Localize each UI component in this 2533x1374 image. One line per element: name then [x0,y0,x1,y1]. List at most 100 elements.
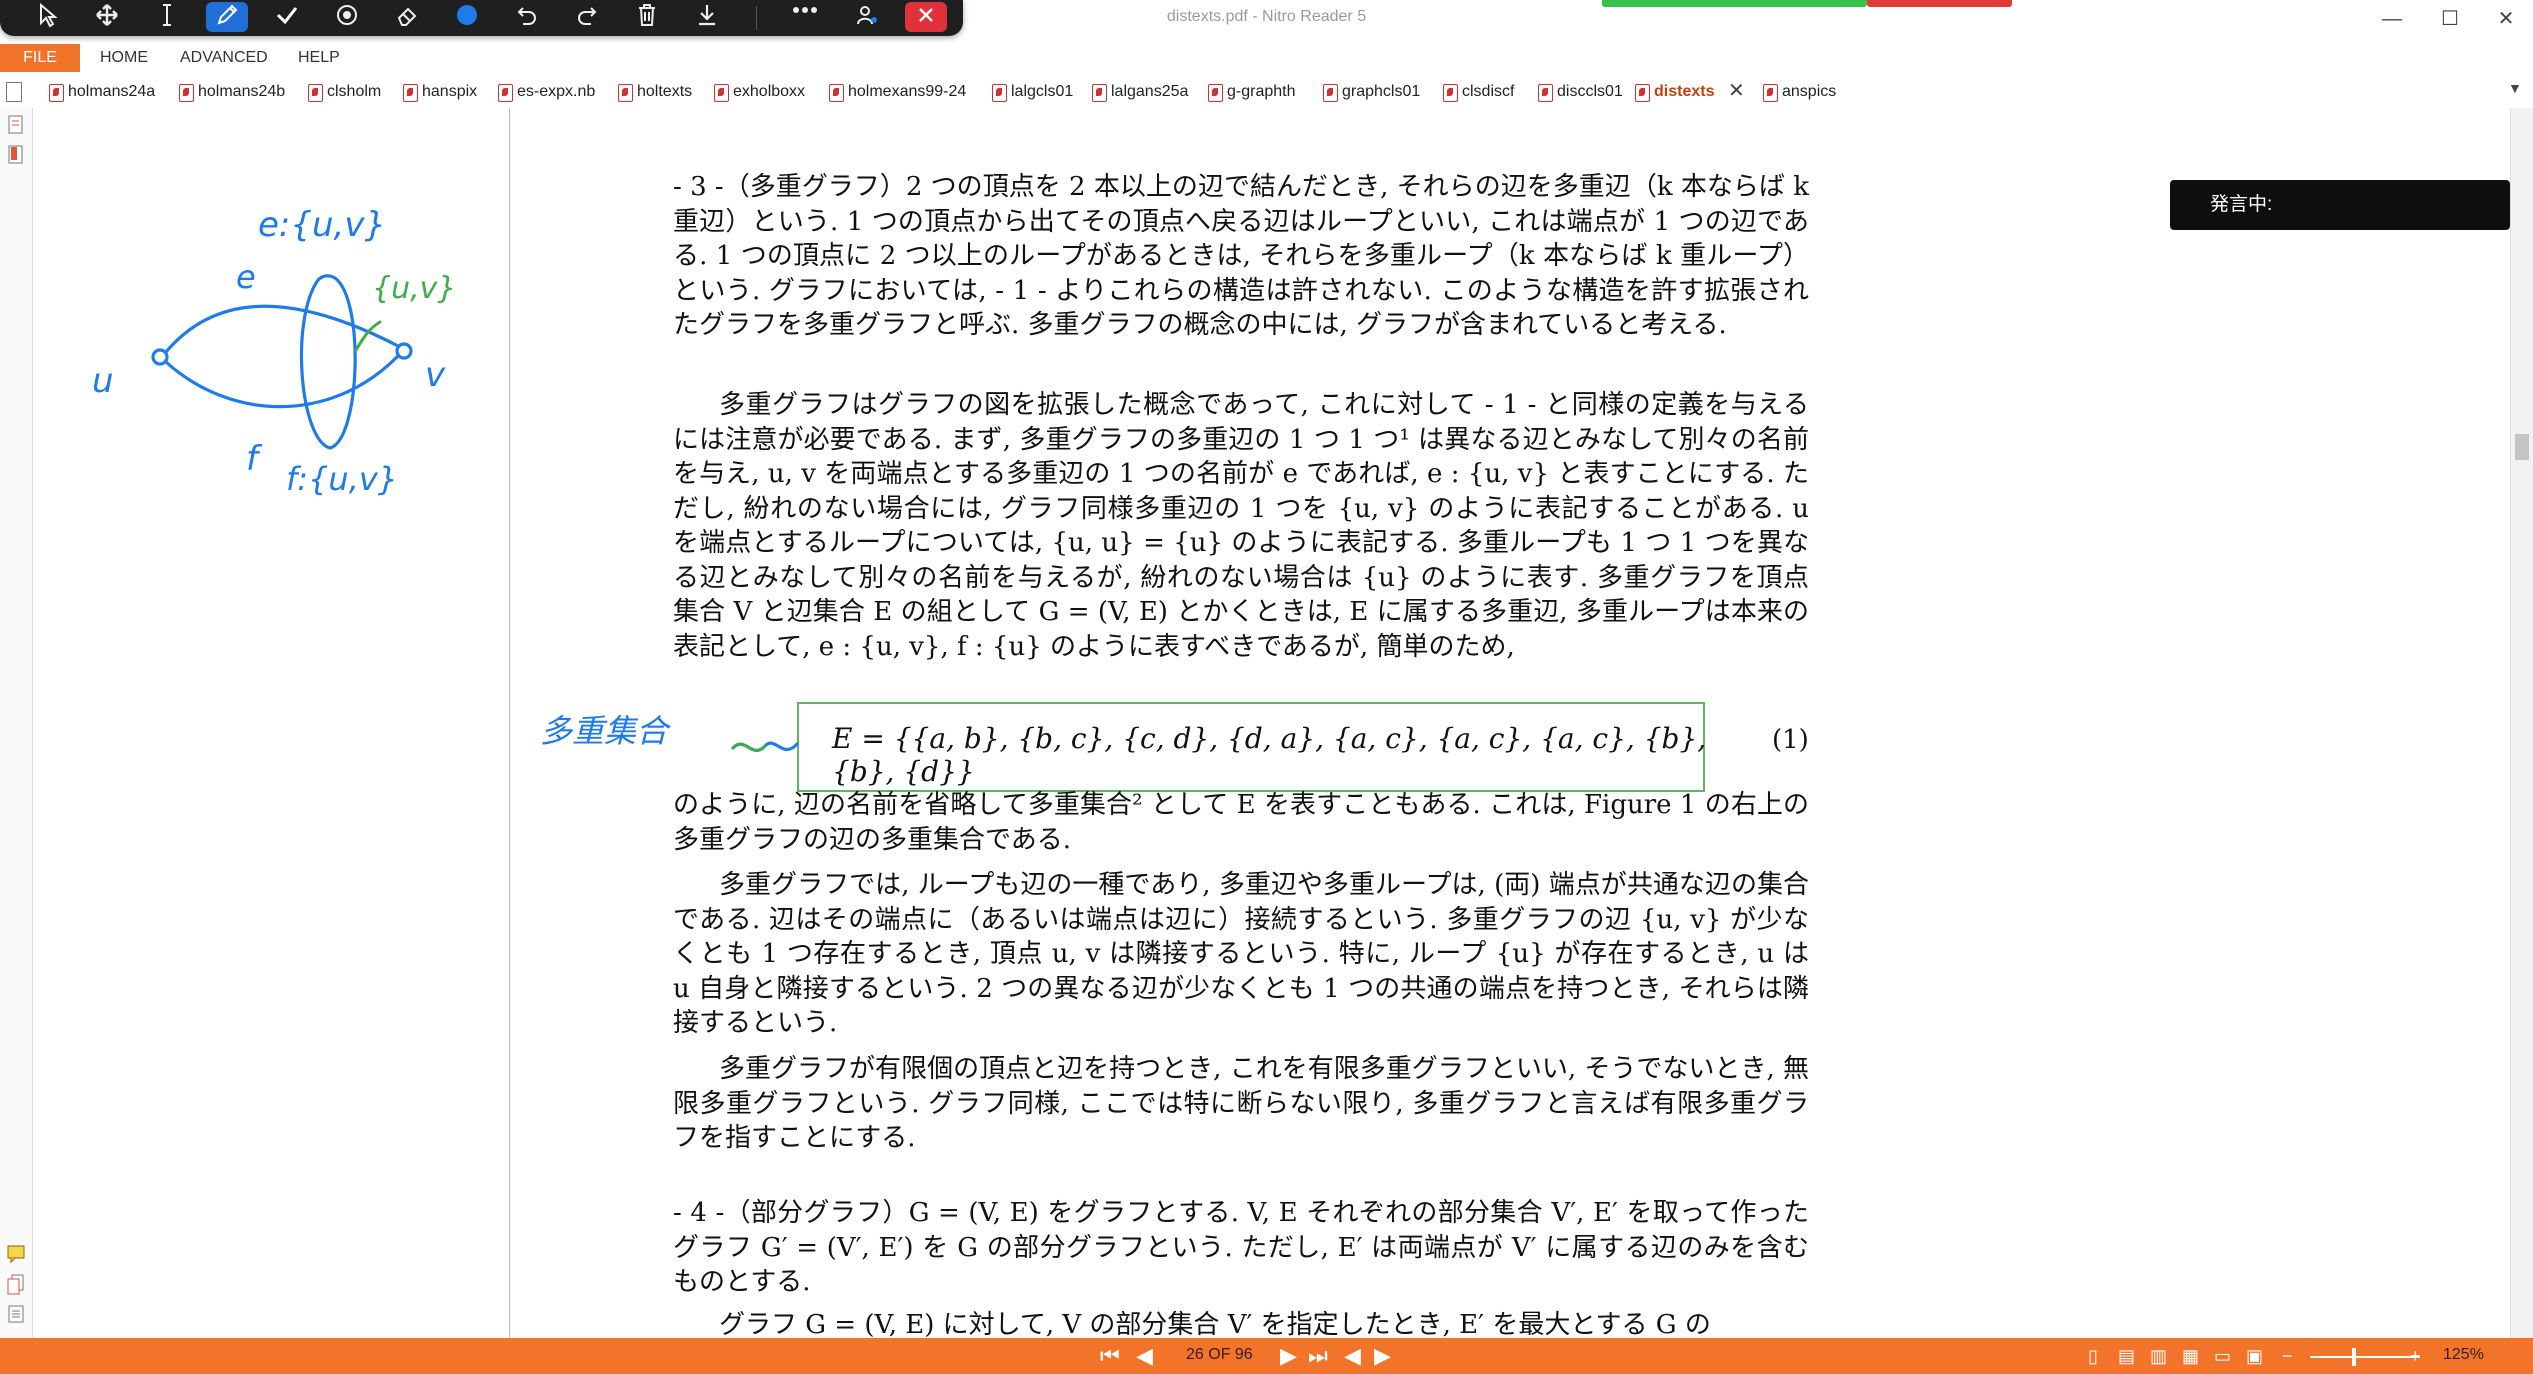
pdf-file-icon [714,84,729,102]
paragraph-multigraph-def: - 3 -（多重グラフ）2 つの頂点を 2 本以上の辺で結んだとき, それらの辺… [673,172,1809,340]
pages-panel-icon[interactable] [6,114,26,136]
pdf-file-icon [1763,84,1778,102]
left-tool-rail [0,108,33,1338]
paragraph-multigraph-notation: 多重グラフはグラフの図を拡張した概念であって, これに対して - 1 - と同様… [673,390,1809,662]
tab-clsdiscf[interactable]: clsdiscf [1440,80,1514,104]
pdf-file-icon [1092,84,1107,102]
last-page-icon[interactable]: ⏭ [1308,1344,1328,1368]
tab-overflow-chevron-icon[interactable]: ▼ [2508,80,2522,96]
undo-icon[interactable] [506,2,548,32]
facing-view-icon[interactable]: ▥ [2150,1344,2167,1368]
zoom-slider-knob[interactable] [2352,1348,2356,1366]
pan-move-icon[interactable] [86,2,128,32]
redo-icon[interactable] [566,2,608,32]
pdf-file-icon [1208,84,1223,102]
layers-icon[interactable] [6,1303,26,1325]
account-icon[interactable] [846,2,888,32]
speaking-overlay: 発言中: [2170,180,2510,230]
zoom-in-icon[interactable]: + [2410,1344,2421,1368]
tab-exholboxx[interactable]: exholboxx [711,80,805,104]
menu-home[interactable]: HOME [100,44,148,72]
close-tab-icon[interactable]: ✕ [1728,78,1745,103]
tab-holmans24a[interactable]: holmans24a [46,80,155,104]
equation-number: (1) [1772,725,1809,755]
scroll-thumb[interactable] [2515,434,2529,460]
stamp-target-icon[interactable] [326,2,368,32]
vertical-scrollbar[interactable] [2510,108,2533,1338]
tab-es-expx[interactable]: es-expx.nb [495,80,595,104]
close-window-button[interactable]: ✕ [2484,4,2528,34]
pdf-file-icon [498,84,513,102]
continuous-view-icon[interactable]: ▤ [2118,1344,2135,1368]
pdf-file-icon [1443,84,1458,102]
zoom-level[interactable]: 125% [2443,1346,2484,1364]
tab-list-icon[interactable] [6,82,22,102]
previous-page-icon[interactable]: ◀ [1136,1344,1153,1368]
more-icon[interactable] [784,2,826,32]
pdf-file-icon [49,84,64,102]
tab-disccls01[interactable]: disccls01 [1535,80,1623,104]
tab-holmexans99-24[interactable]: holmexans99-24 [826,80,966,104]
tab-anspics[interactable]: anspics [1760,80,1836,104]
document-tab-bar: holmans24a holmans24b clsholm hanspix es… [0,74,2533,109]
zoom-out-icon[interactable]: − [2282,1344,2293,1368]
tab-distexts[interactable]: distexts [1632,80,1714,104]
paragraph-subgraph: - 4 -（部分グラフ）G = (V, E) をグラフとする. V, E それぞ… [673,1198,1809,1297]
page-indicator[interactable]: 26 OF 96 [1186,1346,1253,1364]
pen-icon[interactable] [206,2,248,32]
recording-indicator-red [1867,0,2012,7]
page-margin-right [2040,108,2510,1338]
pdf-file-icon [179,84,194,102]
save-download-icon[interactable] [686,2,728,32]
menu-bar: FILE HOME ADVANCED HELP [0,44,2533,72]
tab-hanspix[interactable]: hanspix [400,80,477,104]
tab-g-graphth[interactable]: g-graphth [1205,80,1296,104]
single-page-view-icon[interactable]: ▯ [2088,1344,2098,1368]
pdf-file-icon [1323,84,1338,102]
close-ink-toolbar-icon[interactable] [905,2,947,32]
fit-width-icon[interactable]: ▣ [2246,1344,2263,1368]
pdf-file-icon [1538,84,1553,102]
bookmarks-icon[interactable] [6,144,26,166]
tab-holtexts[interactable]: holtexts [615,80,692,104]
forward-view-icon[interactable]: ▶ [1374,1344,1391,1368]
pdf-file-icon [992,84,1007,102]
ink-toolbar [0,0,963,36]
pdf-file-icon [1635,84,1650,102]
tab-lalgcls01[interactable]: lalgcls01 [989,80,1073,104]
select-arrow-icon[interactable] [26,2,68,32]
facing-continuous-view-icon[interactable]: ▦ [2182,1344,2199,1368]
tab-graphcls01[interactable]: graphcls01 [1320,80,1420,104]
pdf-file-icon [829,84,844,102]
zoom-slider[interactable] [2310,1356,2420,1358]
status-bar: ⏮ ◀ 26 OF 96 ▶ ⏭ ◀ ▶ ▯ ▤ ▥ ▦ ▭ ▣ − + 125… [0,1338,2533,1374]
paragraph-multiset-note: のように, 辺の名前を省略して多重集合² として E を表すこともある. これは… [673,790,1809,855]
eraser-icon[interactable] [386,2,428,32]
paragraph-adjacency: 多重グラフでは, ループも辺の一種であり, 多重辺や多重ループは, (両) 端点… [673,870,1809,1038]
back-view-icon[interactable]: ◀ [1344,1344,1361,1368]
next-page-icon[interactable]: ▶ [1280,1344,1297,1368]
tab-holmans24b[interactable]: holmans24b [176,80,285,104]
equation-multiset: E = {{a, b}, {b, c}, {c, d}, {d, a}, {a,… [832,722,1707,788]
checkmark-icon[interactable] [266,2,308,32]
first-page-icon[interactable]: ⏮ [1100,1344,1120,1368]
attachments-icon[interactable] [6,1273,26,1295]
full-screen-icon[interactable]: ▭ [2214,1344,2231,1368]
page-margin-left [33,108,509,1338]
comments-icon[interactable] [6,1243,26,1265]
text-cursor-icon[interactable] [146,2,188,32]
paragraph-finite-multigraph: 多重グラフが有限個の頂点と辺を持つとき, これを有限多重グラフといい, そうでな… [673,1054,1809,1153]
delete-icon[interactable] [626,2,668,32]
menu-help[interactable]: HELP [298,44,340,72]
tab-lalgans25a[interactable]: lalgans25a [1089,80,1188,104]
paragraph-induced-subgraph: グラフ G = (V, E) に対して, V の部分集合 V′ を指定したとき,… [719,1310,1711,1338]
minimize-button[interactable]: — [2370,4,2414,34]
tab-clsholm[interactable]: clsholm [305,80,381,104]
maximize-button[interactable]: ☐ [2428,4,2472,34]
pdf-file-icon [308,84,323,102]
menu-advanced[interactable]: ADVANCED [180,44,268,72]
menu-file[interactable]: FILE [0,44,80,72]
pdf-file-icon [403,84,418,102]
toolbar-separator [756,6,757,30]
color-blue-icon[interactable] [446,2,488,32]
